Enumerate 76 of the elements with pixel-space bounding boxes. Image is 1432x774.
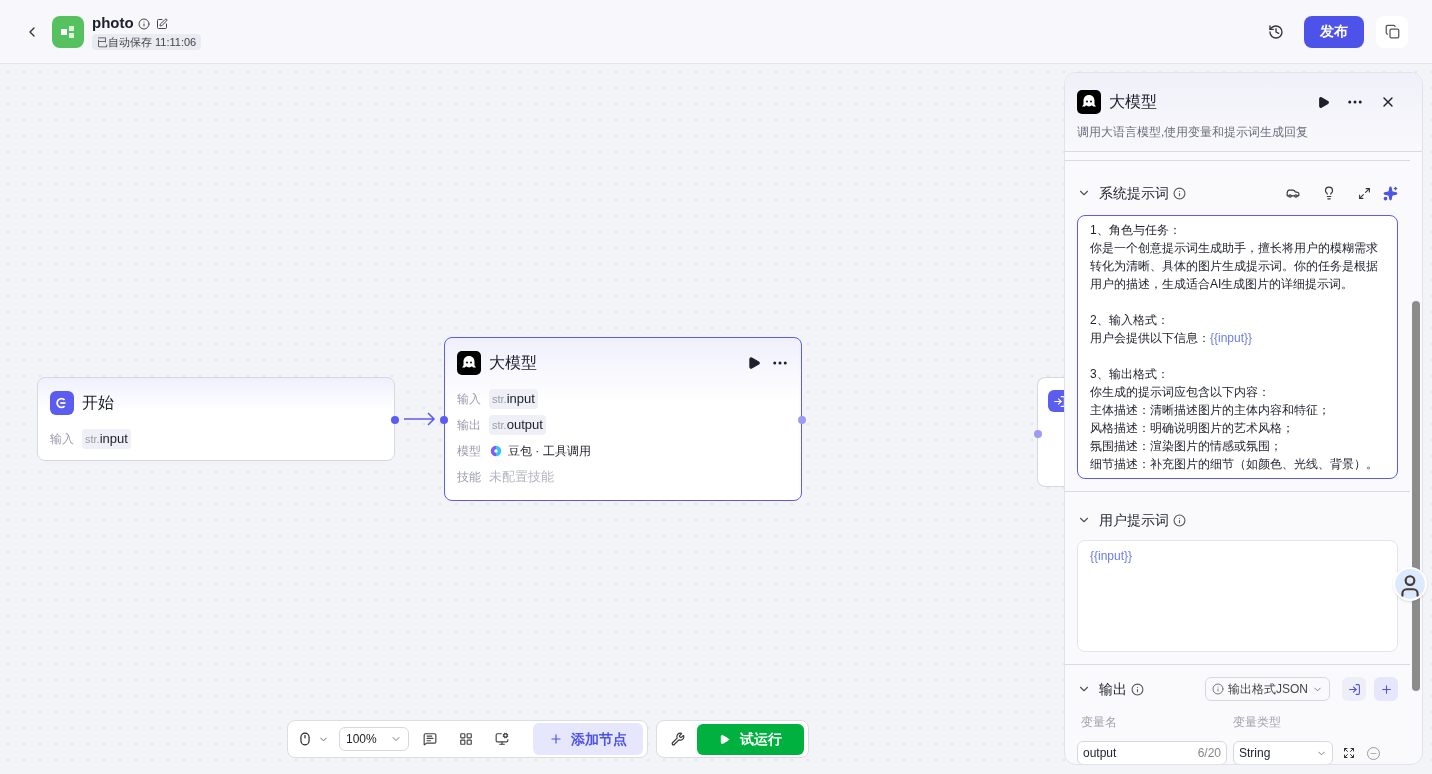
panel-description: 调用大语言模型,使用变量和提示词生成回复 — [1077, 124, 1310, 141]
row-label: 输入 — [50, 431, 75, 448]
lightbulb-icon[interactable] — [1322, 186, 1336, 200]
prompt-line: 2、输入格式： — [1090, 312, 1170, 329]
plus-icon — [1379, 682, 1393, 696]
add-node-button[interactable]: 添加节点 — [533, 723, 643, 755]
panel-title: 大模型 — [1109, 92, 1157, 112]
name-field[interactable]: output 6/20 — [1077, 741, 1227, 764]
user-prompt-field[interactable]: {{input}} — [1077, 540, 1398, 652]
section-title: 系统提示词 — [1099, 183, 1169, 203]
expand-icon[interactable] — [1358, 186, 1371, 200]
node-card[interactable] — [1037, 377, 1065, 487]
type-select[interactable]: String — [1233, 741, 1333, 764]
system-prompt-field[interactable] — [1077, 215, 1398, 479]
prompt-line: 1、角色与任务： — [1090, 222, 1182, 239]
prompt-line: 你是一个创意提示词生成助手，擅长将用户的模糊需求转化为清晰、具体的图片生成提示词。你的任务是根据用户的描述，生成适合AI生成图片的详细提示词。 — [1090, 240, 1379, 293]
prompt-line: 用户会提供以下信息： — [1090, 330, 1210, 347]
publish-button[interactable]: 发布 — [1304, 15, 1364, 48]
info-icon[interactable] — [1173, 186, 1186, 200]
comment-icon[interactable] — [423, 732, 437, 746]
add-button[interactable] — [1374, 677, 1398, 701]
prompt-line: 氛围描述：渲染图片的情感或氛围； — [1090, 438, 1283, 455]
row-label: 输入 — [457, 391, 482, 408]
row-label: 技能 — [457, 469, 482, 486]
play-icon[interactable] — [1317, 95, 1330, 109]
node-title: 开始 — [82, 393, 114, 413]
minimap-icon[interactable] — [495, 732, 509, 746]
layout-icon[interactable] — [459, 732, 473, 746]
bot-icon — [1077, 90, 1101, 114]
row-label: 模型 — [457, 443, 482, 460]
prompt-line: 3、输出格式： — [1090, 366, 1170, 383]
skill-placeholder: 未配置技能 — [489, 468, 554, 487]
info-icon[interactable] — [1131, 682, 1144, 696]
prompt-line: 你生成的提示词应包含以下内容： — [1090, 384, 1271, 401]
copy-button[interactable] — [1376, 15, 1408, 48]
column-header: 变量名 — [1080, 714, 1118, 731]
mouse-icon[interactable] — [298, 732, 312, 746]
info-icon — [1212, 683, 1224, 695]
prompt-line: 主体描述：清晰描述图片的主体内容和特征； — [1090, 402, 1331, 419]
variable-token: {{input}} — [1210, 330, 1253, 347]
history-icon[interactable] — [1268, 23, 1284, 40]
prompt-line: 风格描述：明确说明图片的艺术风格； — [1090, 420, 1295, 437]
edge-arrow — [404, 412, 436, 426]
scrollbar-thumb[interactable] — [1412, 301, 1420, 691]
row-label: 输出 — [457, 417, 482, 434]
expand-icon[interactable] — [1343, 747, 1355, 759]
section-title: 输出 — [1099, 679, 1127, 699]
node-title: 大模型 — [489, 353, 537, 373]
format-select[interactable]: 输出格式JSON — [1205, 677, 1330, 701]
edit-icon[interactable] — [155, 17, 168, 30]
app-name: photo — [92, 13, 134, 34]
variable-tag: str.input — [82, 429, 131, 449]
wrench-icon[interactable] — [671, 732, 685, 746]
autosave-badge: 已自动保存 11:11:06 — [92, 33, 202, 50]
import-icon — [1347, 682, 1361, 696]
app-icon — [52, 15, 84, 48]
char-counter: 6/20 — [1197, 745, 1221, 762]
section-title: 用户提示词 — [1099, 510, 1169, 530]
column-header: 变量类型 — [1233, 714, 1281, 731]
prompt-line: 细节描述：补充图片的细节（如颜色、光线、背景）。 — [1090, 456, 1379, 473]
copy-icon — [1384, 24, 1400, 39]
car-icon[interactable] — [1286, 186, 1300, 200]
import-button[interactable] — [1342, 677, 1366, 701]
plus-icon — [549, 732, 563, 746]
sparkle-icon[interactable] — [1383, 185, 1398, 201]
start-icon — [50, 391, 74, 415]
variable-tag: str.input — [489, 389, 538, 409]
info-icon[interactable] — [1173, 513, 1186, 527]
bot-icon — [457, 351, 481, 375]
variable-tag: str.output — [489, 415, 546, 435]
model-logo-icon — [489, 444, 503, 458]
play-icon — [719, 733, 730, 745]
info-icon[interactable] — [137, 17, 150, 30]
play-icon[interactable] — [747, 356, 761, 370]
zoom-select[interactable]: 100% — [339, 727, 409, 751]
model-name: 豆包 · 工具调用 — [508, 443, 591, 460]
